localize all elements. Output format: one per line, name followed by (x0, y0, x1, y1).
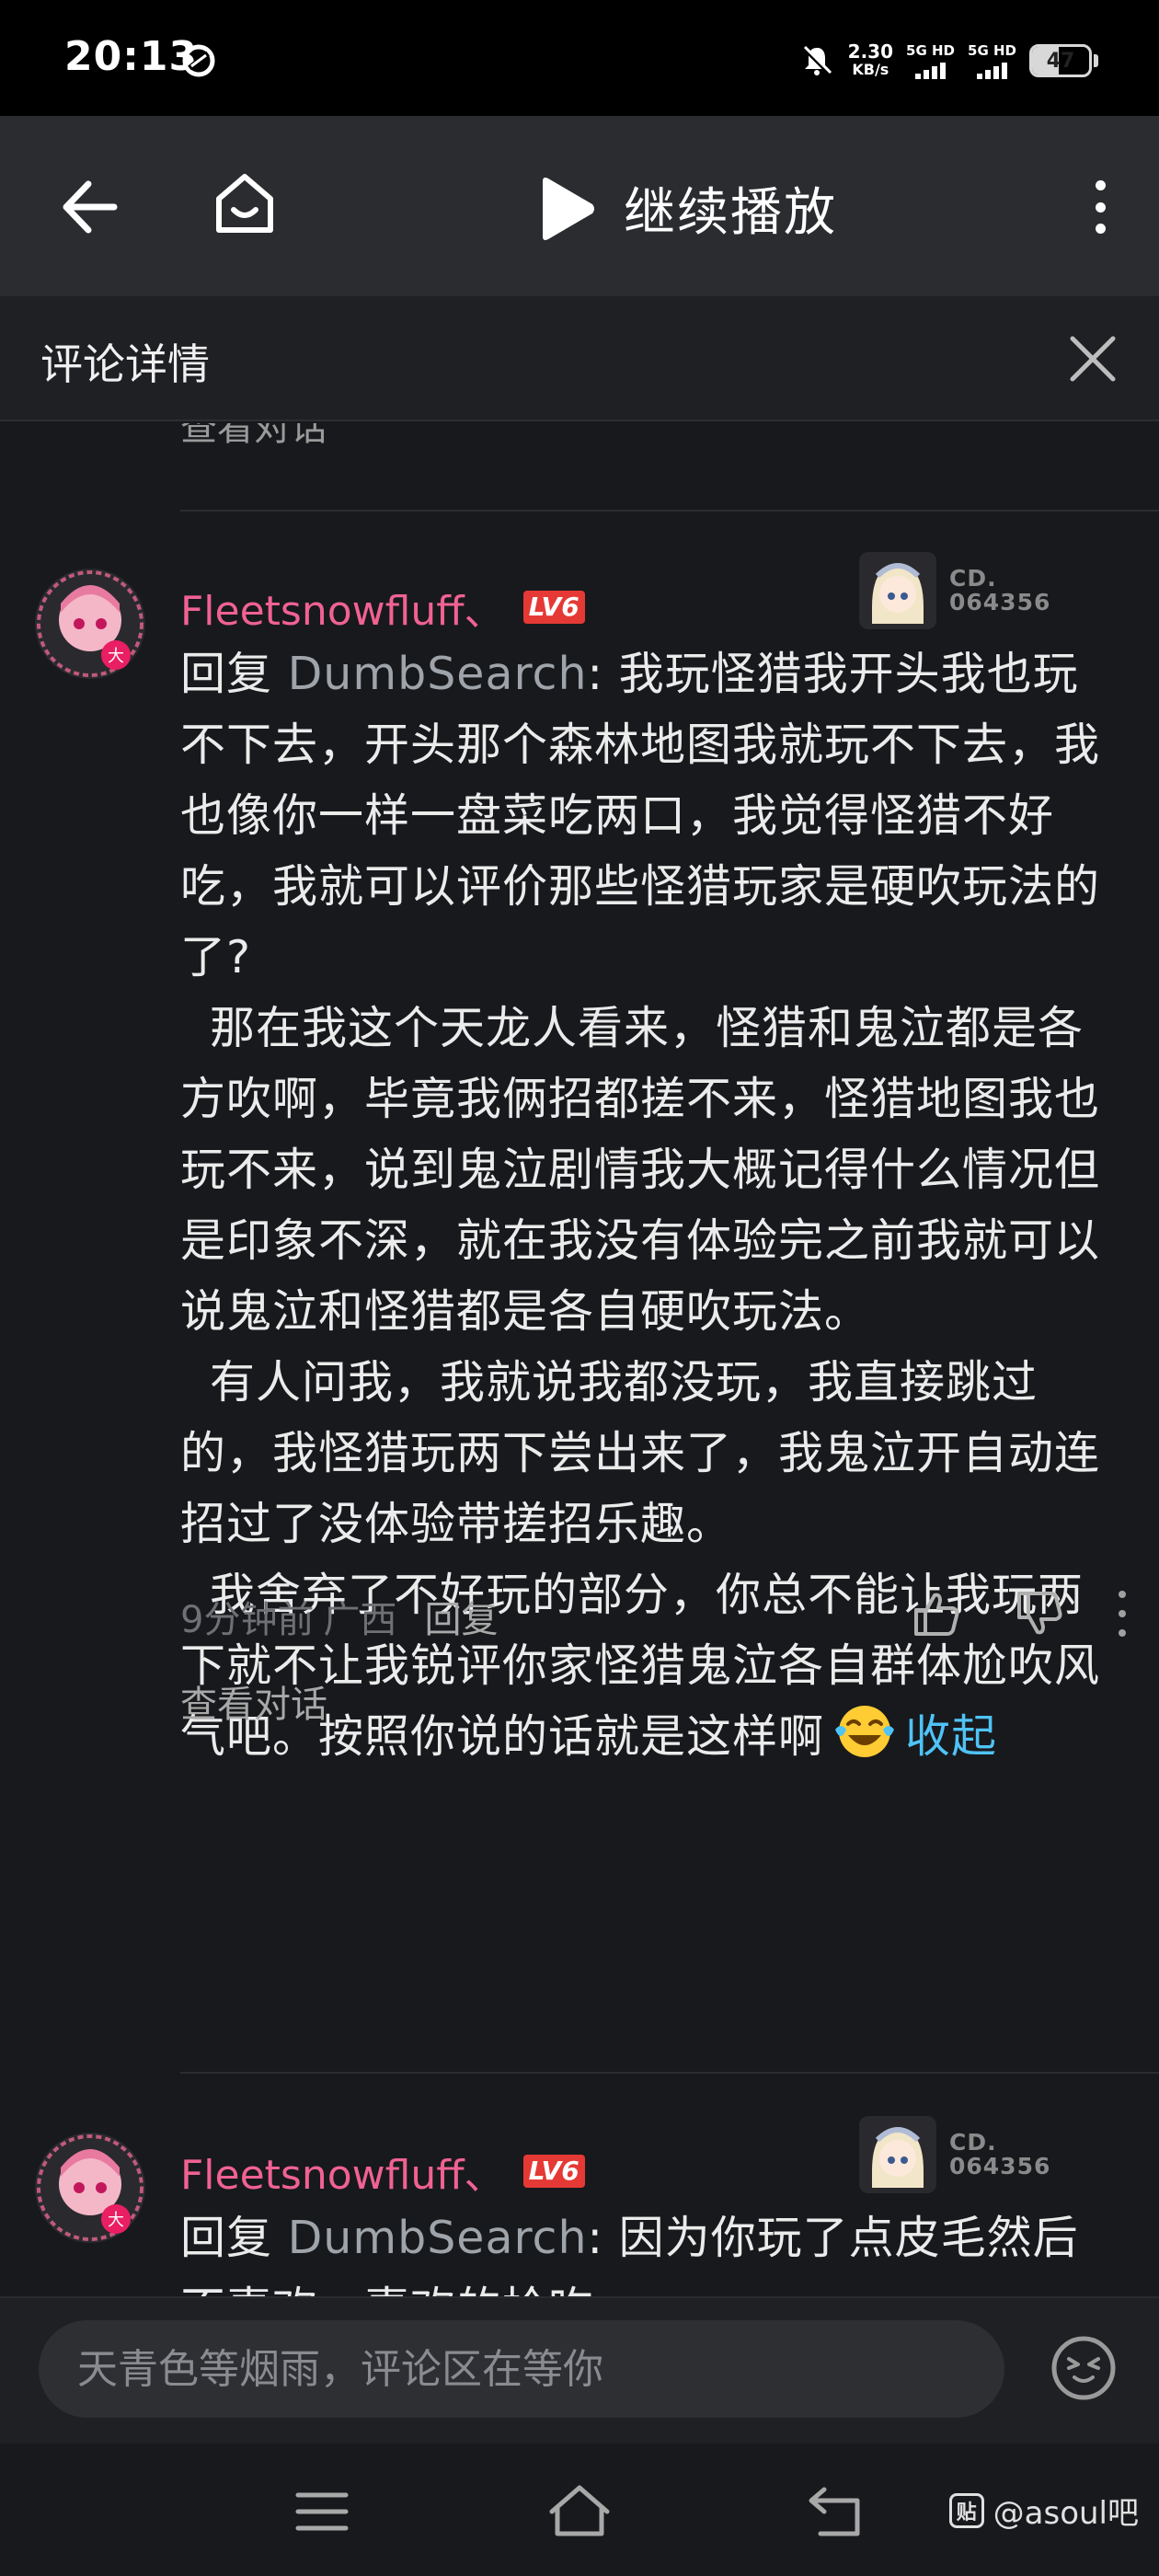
sim2-label: 5G HD (968, 41, 1016, 59)
fan-medal-number: CD. 064356 (949, 567, 1050, 615)
source-watermark: 贴 @asoul吧 (948, 2488, 1139, 2533)
thumbs-down-icon[interactable] (1014, 1588, 1065, 1639)
divider (180, 2072, 1159, 2074)
user-avatar[interactable]: 大 (33, 567, 147, 681)
signal-bars-icon (915, 61, 947, 79)
thumbs-up-icon[interactable] (911, 1588, 962, 1639)
comment-paragraph-2: 那在我这个天龙人看来，怪猎和鬼泣都是各方吹啊，毕竟我俩招都搓不来，怪猎地图我也玩… (180, 1002, 1101, 1338)
system-back-icon[interactable] (802, 2477, 872, 2547)
status-time: 20:13 (64, 33, 199, 80)
fan-medal-avatar-icon (859, 2116, 936, 2193)
laugh-cry-emoji-icon (835, 1706, 895, 1757)
fan-medal-id: 064356 (949, 2153, 1051, 2179)
divider (180, 510, 1159, 512)
comment-username[interactable]: Fleetsnowfluff、 (180, 2142, 505, 2201)
svg-text:大: 大 (108, 647, 124, 666)
comment-input[interactable] (39, 2320, 1004, 2418)
fan-medal-prefix: CD. (949, 565, 997, 592)
reply-prefix: 回复 (180, 648, 288, 700)
close-icon[interactable] (1063, 329, 1122, 388)
fan-medal-avatar-icon (859, 552, 936, 629)
system-nav-bar: 贴 @asoul吧 (0, 2444, 1159, 2576)
comment-actions (911, 1588, 1128, 1639)
mute-bell-icon (801, 45, 832, 75)
home-icon[interactable] (208, 167, 281, 241)
comment-paragraph-3: 有人问我，我就说我都没玩，我直接跳过的，我怪猎玩两下尝出来了，我鬼泣开自动连招过… (180, 1356, 1101, 1550)
back-arrow-icon[interactable] (57, 175, 121, 239)
reply-button[interactable]: 回复 (424, 1590, 498, 1643)
reply-target-user[interactable]: DumbSearch (288, 2212, 588, 2264)
level-badge: LV6 (522, 2155, 585, 2188)
comment-body[interactable]: 回复 DumbSearch: 因为你玩了点皮毛然后不喜欢，喜欢的抢吃 (180, 2202, 1119, 2296)
sim1-label: 5G HD (906, 41, 956, 59)
svg-text:大: 大 (108, 2211, 124, 2230)
network-speed-value: 2.30 (847, 40, 894, 63)
more-options-icon[interactable] (1082, 175, 1119, 239)
comment-detail-title: 评论详情 (40, 339, 210, 389)
continue-play-button[interactable]: 继续播放 (534, 171, 837, 246)
level-badge: LV6 (522, 591, 585, 624)
comment-username[interactable]: Fleetsnowfluff、 (180, 578, 505, 637)
network-speed: 2.30 KB/s (848, 42, 893, 79)
watermark-text: @asoul吧 (993, 2495, 1139, 2532)
signal-bars-icon (977, 61, 1007, 79)
network-speed-unit: KB/s (852, 61, 889, 78)
signal-sim1: 5G HD (906, 43, 955, 79)
comment-detail-header: 评论详情 (0, 296, 1159, 421)
top-nav: 继续播放 (0, 116, 1159, 296)
comment-meta: 9分钟前 广西 回复 (180, 1590, 498, 1643)
battery-icon: 47 (1029, 44, 1092, 77)
view-conversation-link[interactable]: 查看对话 (180, 1674, 327, 1728)
collapse-link[interactable]: 收起 (905, 1710, 997, 1763)
signal-sim2: 5G HD (968, 43, 1016, 79)
comment-input-bar (0, 2296, 1159, 2444)
reply-colon: : (587, 648, 619, 700)
comment-list[interactable]: 查看对话 大 Fleetsnowfluff、 LV6 CD. 064356 回复… (0, 423, 1159, 2296)
view-conversation-link-previous[interactable]: 查看对话 (180, 423, 327, 451)
fan-medal-id: 064356 (949, 589, 1051, 615)
tieba-logo-icon: 贴 (948, 2492, 984, 2528)
fan-medal-prefix: CD. (949, 2129, 997, 2156)
comment-more-icon[interactable] (1117, 1591, 1128, 1637)
status-bar: 20:13 2.30 KB/s 5G HD 5G HD 47 (0, 0, 1159, 116)
fan-medal-badge: CD. 064356 (859, 2116, 1050, 2193)
reply-colon: : (587, 2212, 619, 2264)
battery-level: 47 (1046, 49, 1075, 73)
user-avatar[interactable]: 大 (33, 2131, 147, 2245)
play-icon (543, 177, 594, 240)
system-home-icon[interactable] (545, 2477, 614, 2547)
app-notification-icon (182, 44, 215, 77)
menu-icon[interactable] (287, 2477, 357, 2547)
emoji-picker-icon[interactable] (1049, 2333, 1119, 2403)
fan-medal-badge: CD. 064356 (859, 552, 1050, 629)
fan-medal-number: CD. 064356 (949, 2131, 1050, 2179)
comment-location: 广西 (323, 1599, 397, 1641)
comment-time: 9分钟前 (180, 1599, 315, 1641)
reply-prefix: 回复 (180, 2212, 288, 2264)
reply-target-user[interactable]: DumbSearch (288, 648, 588, 700)
continue-play-label: 继续播放 (624, 183, 837, 243)
